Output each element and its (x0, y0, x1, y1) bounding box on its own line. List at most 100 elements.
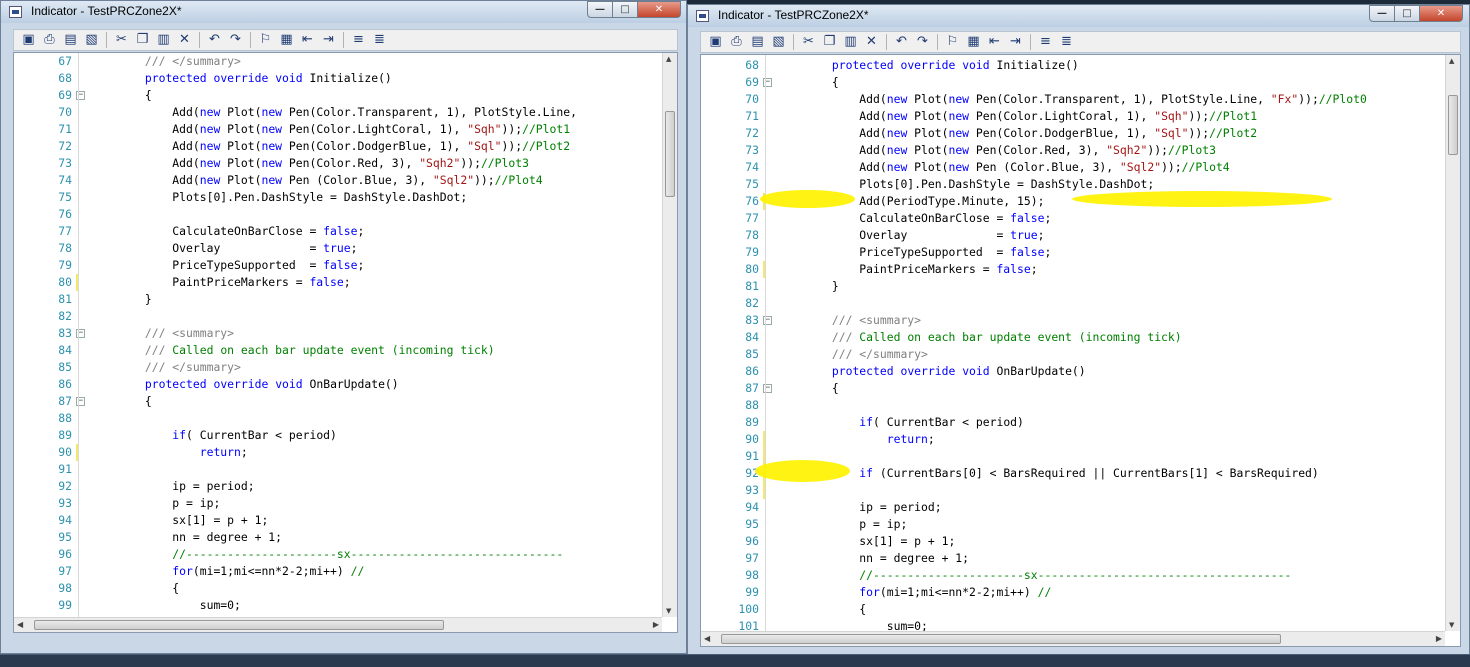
paste-icon[interactable]: ▥ (156, 32, 172, 48)
code-line[interactable]: 89 if( CurrentBar < period) (14, 427, 677, 444)
code-line[interactable]: 73 Add(new Plot(new Pen(Color.Red, 3), "… (14, 155, 677, 172)
undo-icon[interactable]: ↶ (207, 32, 223, 48)
save-icon[interactable]: ▣ (21, 32, 37, 48)
code-line[interactable]: 77 CalculateOnBarClose = false; (701, 210, 1460, 227)
code-line[interactable]: 95 nn = degree + 1; (14, 529, 677, 546)
code-line[interactable]: 92 ip = period; (14, 478, 677, 495)
code-line[interactable]: 91 (14, 461, 677, 478)
code-line[interactable]: 80 PaintPriceMarkers = false; (701, 261, 1460, 278)
maximize-button[interactable]: □ (1394, 5, 1420, 22)
code-line[interactable]: 96 //----------------------sx-----------… (14, 546, 677, 563)
code-line[interactable]: 87− { (701, 380, 1460, 397)
copy-icon[interactable]: ❐ (135, 32, 151, 48)
print-preview-icon[interactable]: ▤ (750, 34, 766, 50)
uncomment-icon[interactable]: ≣ (1059, 34, 1075, 50)
code-line[interactable]: 90 return; (701, 431, 1460, 448)
code-line[interactable]: 71 Add(new Plot(new Pen(Color.LightCoral… (14, 121, 677, 138)
code-line[interactable]: 86 protected override void OnBarUpdate() (14, 376, 677, 393)
horizontal-scrollbar[interactable]: ◀ ▶ (14, 617, 662, 632)
code-line[interactable]: 97 for(mi=1;mi<=nn*2-2;mi++) // (14, 563, 677, 580)
code-line[interactable]: 78 Overlay = true; (701, 227, 1460, 244)
code-line[interactable]: 94 ip = period; (701, 499, 1460, 516)
comment-icon[interactable]: ≡ (1038, 34, 1054, 50)
paste-icon[interactable]: ▥ (843, 34, 859, 50)
print-preview-icon[interactable]: ▤ (63, 32, 79, 48)
code-line[interactable]: 99 sum=0; (14, 597, 677, 614)
code-line[interactable]: 75 Plots[0].Pen.DashStyle = DashStyle.Da… (14, 189, 677, 206)
editor-window-left[interactable]: Indicator - TestPRCZone2X* — □ ✕ ▣ ⎙ ▤ ▧ ✂ ❐ ▥… (0, 0, 687, 654)
scroll-right-arrow-icon[interactable]: ▶ (1436, 634, 1442, 643)
redo-icon[interactable]: ↷ (915, 34, 931, 50)
code-line[interactable]: 77 CalculateOnBarClose = false; (14, 223, 677, 240)
code-line[interactable]: 87− { (14, 393, 677, 410)
code-line[interactable]: 95 p = ip; (701, 516, 1460, 533)
code-line[interactable]: 78 Overlay = true; (14, 240, 677, 257)
code-line[interactable]: 86 protected override void OnBarUpdate() (701, 363, 1460, 380)
maximize-button[interactable]: □ (612, 1, 638, 18)
code-line[interactable]: 88 (14, 410, 677, 427)
vertical-scroll-thumb[interactable] (1448, 95, 1458, 155)
code-line[interactable]: 93 (701, 482, 1460, 499)
code-line[interactable]: 98 //----------------------sx-----------… (701, 567, 1460, 584)
code-line[interactable]: 79 PriceTypeSupported = false; (14, 257, 677, 274)
scroll-up-arrow-icon[interactable]: ▲ (666, 55, 671, 63)
code-line[interactable]: 69− { (701, 74, 1460, 91)
page-setup-icon[interactable]: ▧ (84, 32, 100, 48)
undo-icon[interactable]: ↶ (894, 34, 910, 50)
find-icon[interactable]: ⚐ (945, 34, 961, 50)
cut-icon[interactable]: ✂ (114, 32, 130, 48)
code-line[interactable]: 73 Add(new Plot(new Pen(Color.Red, 3), "… (701, 142, 1460, 159)
vertical-scroll-thumb[interactable] (665, 111, 675, 197)
redo-icon[interactable]: ↷ (228, 32, 244, 48)
indent-icon[interactable]: ⇥ (321, 32, 337, 48)
delete-icon[interactable]: ✕ (177, 32, 193, 48)
save-icon[interactable]: ▣ (708, 34, 724, 50)
indent-icon[interactable]: ⇥ (1008, 34, 1024, 50)
horizontal-scrollbar[interactable]: ◀ ▶ (701, 631, 1445, 646)
close-button[interactable]: ✕ (1419, 5, 1463, 22)
code-line[interactable]: 71 Add(new Plot(new Pen(Color.LightCoral… (701, 108, 1460, 125)
code-line[interactable]: 83− /// <summary> (701, 312, 1460, 329)
cut-icon[interactable]: ✂ (801, 34, 817, 50)
code-line[interactable]: 70 Add(new Plot(new Pen(Color.Transparen… (14, 104, 677, 121)
code-line[interactable]: 72 Add(new Plot(new Pen(Color.DodgerBlue… (14, 138, 677, 155)
code-line[interactable]: 93 p = ip; (14, 495, 677, 512)
scroll-left-arrow-icon[interactable]: ◀ (704, 634, 710, 643)
code-line[interactable]: 98 { (14, 580, 677, 597)
vertical-scrollbar[interactable]: ▲ ▼ (662, 53, 677, 617)
code-line[interactable]: 96 sx[1] = p + 1; (701, 533, 1460, 550)
minimize-button[interactable]: — (1369, 5, 1395, 22)
scroll-down-arrow-icon[interactable]: ▼ (1449, 621, 1454, 629)
find-replace-icon[interactable]: ▦ (279, 32, 295, 48)
code-line[interactable]: 69− { (14, 87, 677, 104)
code-line[interactable]: 82 (701, 295, 1460, 312)
code-line[interactable]: 84 /// Called on each bar update event (… (14, 342, 677, 359)
uncomment-icon[interactable]: ≣ (372, 32, 388, 48)
code-line[interactable]: 82 (14, 308, 677, 325)
code-line[interactable]: 76 (14, 206, 677, 223)
comment-icon[interactable]: ≡ (351, 32, 367, 48)
code-line[interactable]: 70 Add(new Plot(new Pen(Color.Transparen… (701, 91, 1460, 108)
vertical-scrollbar[interactable]: ▲ ▼ (1445, 55, 1460, 631)
code-editor[interactable]: 102 for(n=i0;n<=i0+p;n++)101 sum=0;100 {… (700, 54, 1461, 647)
print-icon[interactable]: ⎙ (42, 32, 58, 48)
code-line[interactable]: 67 /// </summary> (14, 53, 677, 70)
find-replace-icon[interactable]: ▦ (966, 34, 982, 50)
delete-icon[interactable]: ✕ (864, 34, 880, 50)
close-button[interactable]: ✕ (637, 1, 681, 18)
copy-icon[interactable]: ❐ (822, 34, 838, 50)
title-bar[interactable]: Indicator - TestPRCZone2X* — □ ✕ (1, 1, 686, 23)
code-line[interactable]: 72 Add(new Plot(new Pen(Color.DodgerBlue… (701, 125, 1460, 142)
code-line[interactable]: 100 { (701, 601, 1460, 618)
code-line[interactable]: 81 } (14, 291, 677, 308)
code-line[interactable]: 90 return; (14, 444, 677, 461)
title-bar[interactable]: Indicator - TestPRCZone2X* — □ ✕ (688, 5, 1469, 27)
code-line[interactable]: 81 } (701, 278, 1460, 295)
scroll-down-arrow-icon[interactable]: ▼ (666, 607, 671, 615)
print-icon[interactable]: ⎙ (729, 34, 745, 50)
code-line[interactable]: 68 protected override void Initialize() (14, 70, 677, 87)
code-line[interactable]: 83− /// <summary> (14, 325, 677, 342)
code-line[interactable]: 84 /// Called on each bar update event (… (701, 329, 1460, 346)
code-line[interactable]: 74 Add(new Plot(new Pen (Color.Blue, 3),… (14, 172, 677, 189)
code-line[interactable]: 68 protected override void Initialize() (701, 57, 1460, 74)
